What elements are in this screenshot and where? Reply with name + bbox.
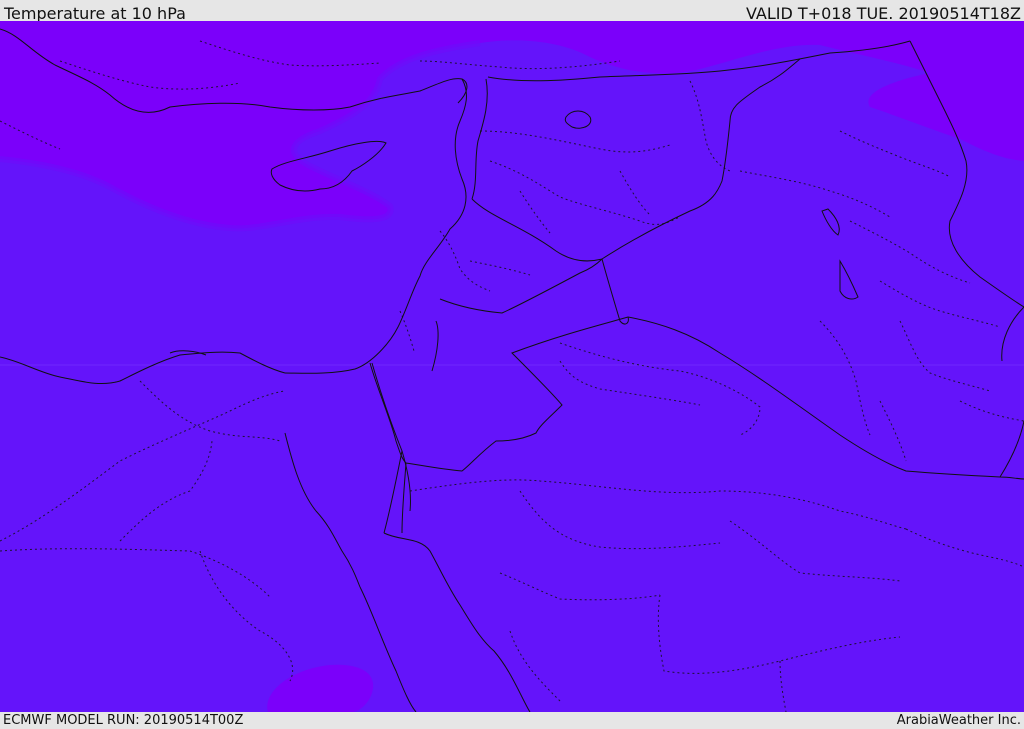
map-canvas	[0, 21, 1024, 712]
map-footer: ECMWF MODEL RUN: 20190514T00Z ArabiaWeat…	[0, 712, 1024, 729]
model-run-label: ECMWF MODEL RUN: 20190514T00Z	[3, 713, 244, 728]
credit-label: ArabiaWeather Inc.	[896, 713, 1021, 728]
map-header: Temperature at 10 hPa VALID T+018 TUE. 2…	[0, 0, 1024, 23]
temperature-map[interactable]	[0, 21, 1024, 712]
map-product-page: Temperature at 10 hPa VALID T+018 TUE. 2…	[0, 0, 1024, 729]
